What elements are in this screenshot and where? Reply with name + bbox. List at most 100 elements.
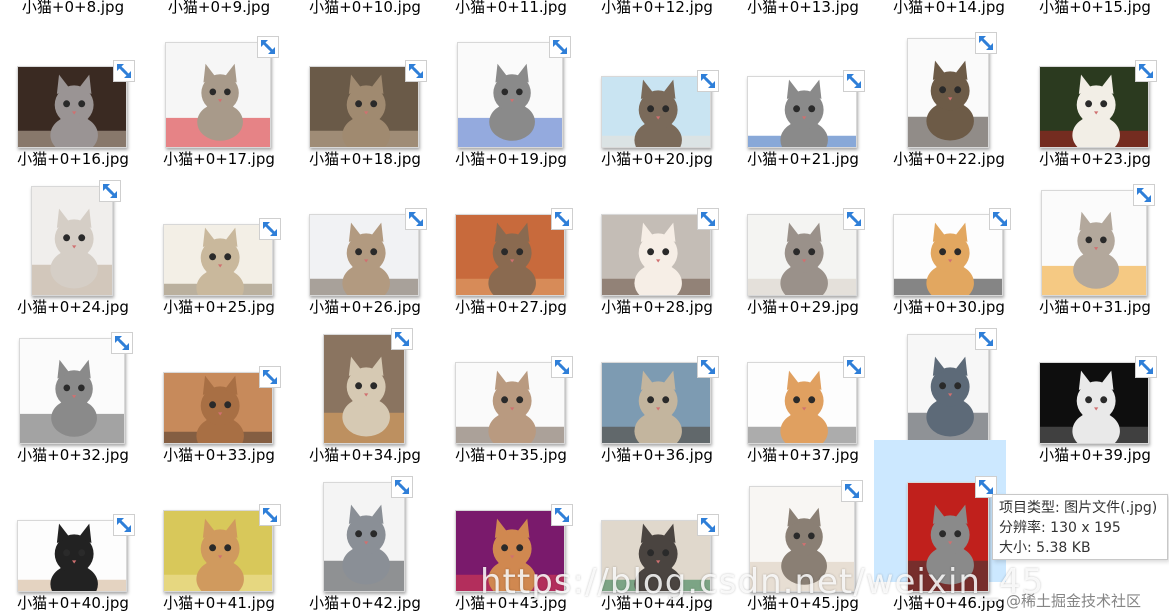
file-item[interactable]: 小猫+0+40.jpg [0,448,146,612]
file-name: 小猫+0+39.jpg [1039,446,1151,464]
file-name: 小猫+0+42.jpg [309,594,421,612]
file-thumbnail[interactable] [309,66,419,148]
shortcut-arrow-icon [405,60,427,82]
shortcut-arrow-icon [111,332,133,354]
file-name: 小猫+0+46.jpg [893,594,1005,612]
file-thumbnail[interactable] [747,214,857,296]
file-item[interactable]: 小猫+0+43.jpg [438,448,584,612]
file-thumbnail[interactable] [1039,362,1149,444]
file-item[interactable]: 小猫+0+28.jpg [584,152,730,316]
file-item[interactable]: 小猫+0+20.jpg [584,4,730,168]
shortcut-arrow-icon [841,480,863,502]
file-thumbnail[interactable] [17,66,127,148]
file-name: 小猫+0+45.jpg [747,594,859,612]
file-name: 小猫+0+44.jpg [601,594,713,612]
file-thumbnail[interactable] [1039,66,1149,148]
file-item[interactable]: 小猫+0+35.jpg [438,300,584,464]
file-item[interactable]: 小猫+0+24.jpg [0,152,146,316]
file-item[interactable]: 小猫+0+29.jpg [730,152,876,316]
file-thumbnail[interactable] [17,520,127,592]
shortcut-arrow-icon [551,504,573,526]
file-thumbnail[interactable] [907,482,989,592]
file-thumbnail[interactable] [601,214,711,296]
shortcut-arrow-icon [99,180,121,202]
file-thumbnail[interactable] [309,214,419,296]
shortcut-arrow-icon [391,328,413,350]
tooltip-item-type: 项目类型: 图片文件(.jpg) [999,500,1158,516]
file-thumbnail[interactable] [601,76,711,148]
shortcut-arrow-icon [843,70,865,92]
file-tooltip: 项目类型: 图片文件(.jpg) 分辨率: 130 x 195 大小: 5.38… [992,494,1168,560]
file-item[interactable]: 小猫+0+44.jpg [584,448,730,612]
file-item[interactable]: 小猫+0+32.jpg [0,300,146,464]
shortcut-arrow-icon [259,504,281,526]
file-thumbnail[interactable] [19,338,125,444]
file-thumbnail[interactable] [163,372,273,444]
file-item[interactable]: 小猫+0+31.jpg [1022,152,1168,316]
file-item[interactable]: 小猫+0+23.jpg [1022,4,1168,168]
tooltip-resolution: 分辨率: 130 x 195 [999,520,1121,536]
file-item[interactable]: 小猫+0+25.jpg [146,152,292,316]
file-item[interactable]: 小猫+0+36.jpg [584,300,730,464]
file-item[interactable]: 小猫+0+34.jpg [292,300,438,464]
shortcut-arrow-icon [697,514,719,536]
file-thumbnail[interactable] [455,362,565,444]
shortcut-arrow-icon [259,218,281,240]
shortcut-arrow-icon [391,476,413,498]
file-thumbnail[interactable] [163,224,273,296]
shortcut-arrow-icon [989,208,1011,230]
file-item[interactable]: 小猫+0+42.jpg [292,448,438,612]
shortcut-arrow-icon [843,356,865,378]
file-thumbnail[interactable] [749,486,855,592]
file-name: 小猫+0+40.jpg [17,594,129,612]
file-item[interactable]: 小猫+0+38.jpg [876,300,1022,464]
shortcut-arrow-icon [1133,184,1155,206]
file-item[interactable]: 小猫+0+22.jpg [876,4,1022,168]
file-thumbnail[interactable] [601,520,711,592]
file-thumbnail[interactable] [323,334,405,444]
file-thumbnail[interactable] [455,214,565,296]
file-item[interactable]: 小猫+0+26.jpg [292,152,438,316]
shortcut-arrow-icon [843,208,865,230]
shortcut-arrow-icon [113,60,135,82]
shortcut-arrow-icon [697,70,719,92]
shortcut-arrow-icon [1135,60,1157,82]
file-item[interactable]: 小猫+0+27.jpg [438,152,584,316]
file-item[interactable]: 小猫+0+17.jpg [146,4,292,168]
file-thumbnail[interactable] [893,214,1003,296]
file-thumbnail[interactable] [907,334,989,444]
shortcut-arrow-icon [975,328,997,350]
file-name: 小猫+0+43.jpg [455,594,567,612]
file-item[interactable]: 小猫+0+45.jpg [730,448,876,612]
file-item[interactable]: 小猫+0+30.jpg [876,152,1022,316]
file-item[interactable]: 小猫+0+41.jpg [146,448,292,612]
file-thumbnail[interactable] [31,186,113,296]
file-thumbnail[interactable] [601,362,711,444]
shortcut-arrow-icon [113,514,135,536]
shortcut-arrow-icon [551,356,573,378]
file-item[interactable]: 小猫+0+16.jpg [0,4,146,168]
file-item[interactable]: 小猫+0+19.jpg [438,4,584,168]
shortcut-arrow-icon [1135,356,1157,378]
file-item[interactable]: 小猫+0+33.jpg [146,300,292,464]
shortcut-arrow-icon [259,366,281,388]
file-thumbnail[interactable] [1041,190,1147,296]
file-thumbnail[interactable] [747,76,857,148]
shortcut-arrow-icon [551,208,573,230]
file-thumbnail[interactable] [323,482,405,592]
file-thumbnail[interactable] [457,42,563,148]
file-item[interactable]: 小猫+0+39.jpg [1022,300,1168,464]
shortcut-arrow-icon [975,32,997,54]
file-item[interactable]: 小猫+0+37.jpg [730,300,876,464]
file-item[interactable]: 小猫+0+21.jpg [730,4,876,168]
shortcut-arrow-icon [697,208,719,230]
shortcut-arrow-icon [257,36,279,58]
file-thumbnail[interactable] [455,510,565,592]
file-name: 小猫+0+41.jpg [163,594,275,612]
file-item[interactable]: 小猫+0+18.jpg [292,4,438,168]
file-thumbnail[interactable] [165,42,271,148]
shortcut-arrow-icon [697,356,719,378]
file-thumbnail[interactable] [747,362,857,444]
file-thumbnail[interactable] [163,510,273,592]
file-thumbnail[interactable] [907,38,989,148]
